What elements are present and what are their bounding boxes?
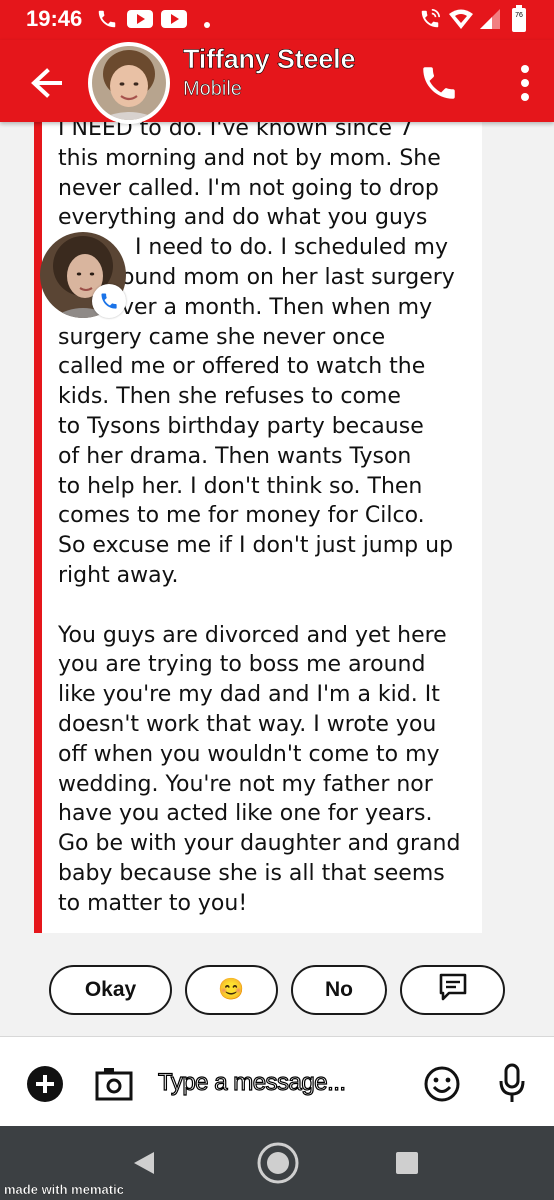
youtube-icon bbox=[126, 8, 154, 34]
emoji-icon[interactable] bbox=[423, 1065, 461, 1107]
contact-subtitle: Mobile bbox=[183, 78, 242, 100]
status-time: 19:46 bbox=[26, 6, 83, 31]
signal-icon bbox=[478, 8, 502, 34]
dot-icon bbox=[203, 14, 211, 33]
reply-chip-okay[interactable]: Okay bbox=[49, 965, 172, 1015]
phone-call-icon[interactable] bbox=[418, 62, 460, 104]
add-circle-icon[interactable] bbox=[26, 1065, 64, 1107]
system-nav-bar: made with mematic bbox=[0, 1126, 554, 1200]
wifi-icon bbox=[448, 8, 474, 34]
wifi-calling-icon bbox=[418, 8, 442, 34]
youtube-icon bbox=[160, 8, 188, 34]
message-text: I NEED to do. I've known since 7 this mo… bbox=[58, 122, 461, 916]
contact-avatar[interactable] bbox=[88, 42, 170, 124]
battery-level: 76 bbox=[515, 12, 523, 19]
message-template-icon bbox=[435, 969, 471, 1011]
home-circle-icon[interactable] bbox=[256, 1141, 300, 1189]
status-bar: 19:46 76 bbox=[0, 0, 554, 40]
reply-chip-no[interactable]: No bbox=[291, 965, 387, 1015]
message-composer: Type a message... bbox=[0, 1036, 554, 1126]
more-vert-icon[interactable] bbox=[510, 60, 540, 106]
phone-icon bbox=[96, 8, 118, 34]
contact-photo bbox=[92, 46, 166, 120]
message-accent-bar bbox=[34, 122, 42, 933]
battery-icon: 76 bbox=[511, 5, 527, 37]
contact-name: Tiffany Steele bbox=[183, 44, 356, 75]
back-arrow-icon[interactable] bbox=[26, 62, 68, 104]
smart-reply-bar: Okay 😊 No bbox=[0, 965, 554, 1017]
recents-square-icon[interactable] bbox=[396, 1152, 418, 1178]
app-header: Tiffany Steele Mobile bbox=[0, 40, 554, 124]
watermark: made with mematic bbox=[4, 1182, 124, 1197]
message-input[interactable]: Type a message... bbox=[157, 1068, 346, 1097]
microphone-icon[interactable] bbox=[498, 1063, 526, 1109]
camera-icon[interactable] bbox=[94, 1065, 134, 1107]
reply-chip-templates[interactable] bbox=[400, 965, 505, 1015]
conversation[interactable]: I NEED to do. I've known since 7 this mo… bbox=[0, 122, 554, 1042]
back-triangle-icon[interactable] bbox=[132, 1150, 156, 1180]
reply-chip-emoji[interactable]: 😊 bbox=[185, 965, 278, 1015]
phone-badge-icon bbox=[92, 284, 126, 318]
